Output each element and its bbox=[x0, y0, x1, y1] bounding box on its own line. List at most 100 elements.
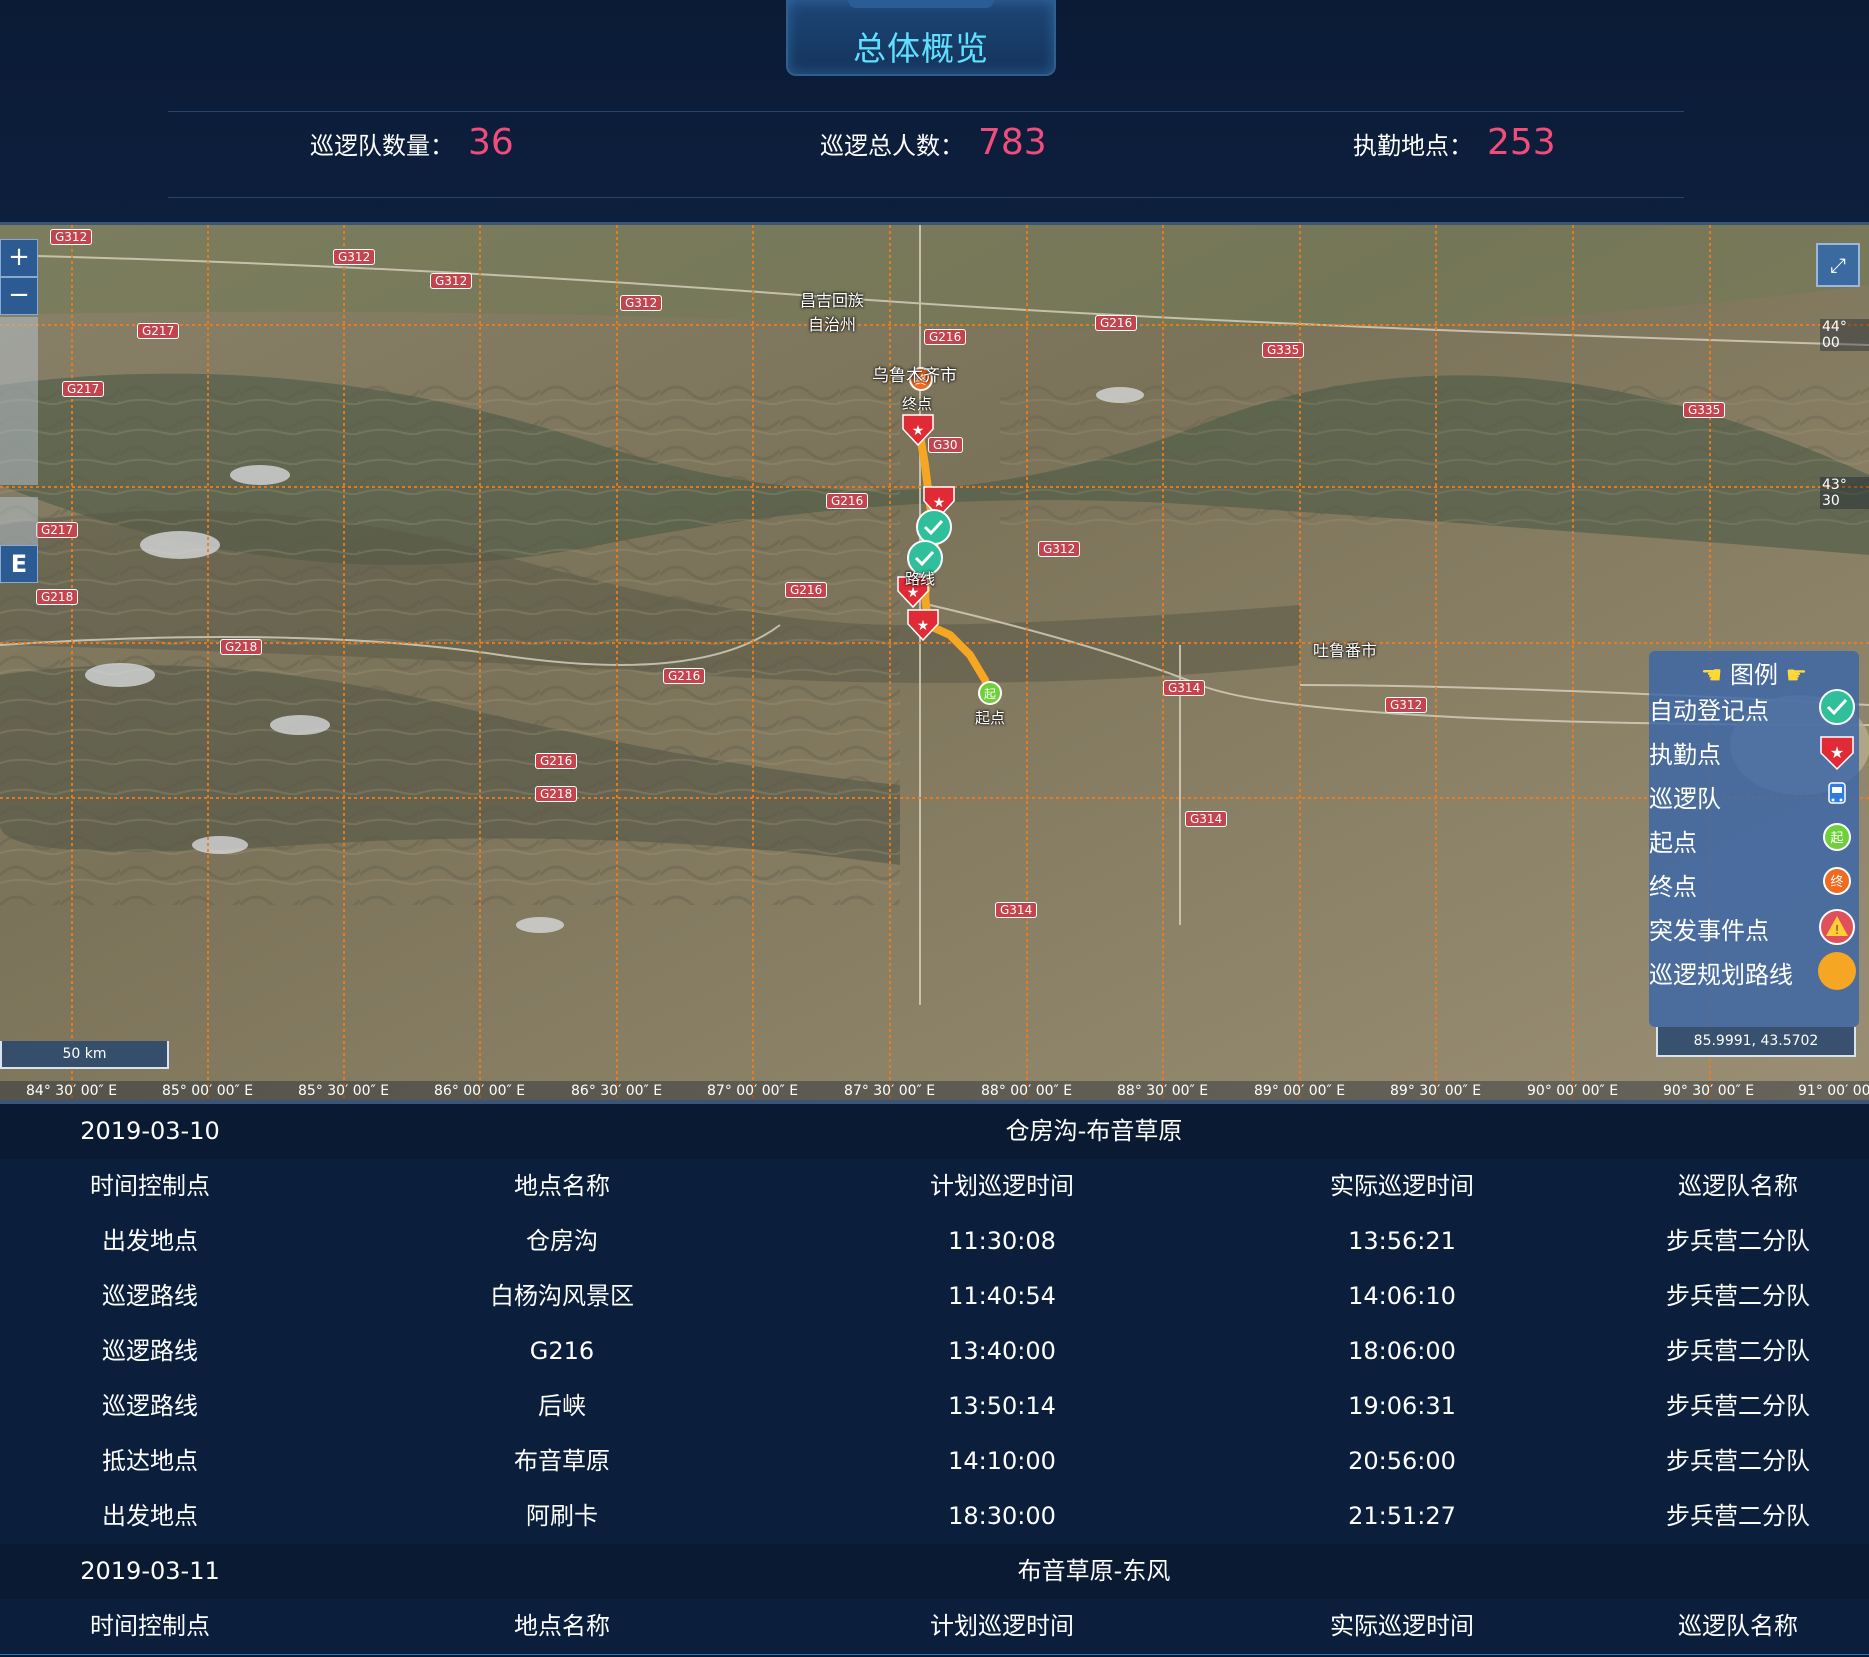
divider-top bbox=[168, 111, 1684, 112]
column-header: 巡逻队名称 bbox=[1678, 1612, 1798, 1640]
road-label: G217 bbox=[137, 323, 180, 339]
table-cell: 出发地点 bbox=[102, 1502, 198, 1530]
title-tab[interactable]: 总体概览 bbox=[786, 0, 1056, 76]
table-cell: 仓房沟 bbox=[526, 1227, 598, 1255]
svg-text:★: ★ bbox=[933, 495, 946, 511]
table-cell: 11:40:54 bbox=[948, 1282, 1056, 1310]
zoom-out-button[interactable]: − bbox=[0, 277, 38, 315]
road-label: G314 bbox=[1163, 680, 1206, 696]
road-label: G312 bbox=[620, 295, 663, 311]
duty-point-icon: ★ bbox=[1820, 736, 1854, 771]
table-cell: 14:06:10 bbox=[1348, 1282, 1456, 1310]
table-cell: 19:06:31 bbox=[1348, 1392, 1456, 1420]
legend-item: 自动登记点 bbox=[1649, 685, 1859, 729]
road-label: G216 bbox=[663, 668, 706, 684]
svg-text:起: 起 bbox=[1830, 831, 1843, 846]
zoom-in-button[interactable]: + bbox=[0, 239, 38, 277]
road-label: G312 bbox=[333, 249, 376, 265]
table-row[interactable]: 巡逻路线 白杨沟风景区 11:40:54 14:06:10 步兵营二分队 bbox=[0, 1269, 1869, 1325]
table-row[interactable]: 巡逻路线 G216 13:40:00 18:06:00 步兵营二分队 bbox=[0, 1324, 1869, 1380]
map-side-panel[interactable] bbox=[0, 317, 38, 485]
table-cell: 步兵营二分队 bbox=[1666, 1282, 1810, 1310]
duty-point-icon[interactable]: ★ bbox=[907, 609, 939, 642]
latitude-label: 44° 00 bbox=[1820, 319, 1869, 351]
longitude-label: 89° 30′ 00″ E bbox=[1390, 1083, 1482, 1099]
column-header: 地点名称 bbox=[514, 1172, 610, 1200]
table-row[interactable]: 巡逻路线 后峡 13:50:14 19:06:31 步兵营二分队 bbox=[0, 1379, 1869, 1435]
legend-label: 终点 bbox=[1649, 873, 1697, 901]
title-tab-glow bbox=[848, 0, 994, 8]
legend-label: 起点 bbox=[1649, 829, 1697, 857]
start-point-icon[interactable]: 起 bbox=[978, 681, 1002, 705]
place-label-changji: 昌吉回族 自治州 bbox=[800, 291, 865, 334]
checkpoint-icon[interactable] bbox=[916, 509, 952, 545]
latitude-label: 43° 30 bbox=[1820, 477, 1869, 509]
svg-text:终: 终 bbox=[1830, 874, 1843, 890]
svg-text:起: 起 bbox=[984, 687, 996, 701]
road-label: G30 bbox=[928, 437, 963, 453]
date-cell: 2019-03-11 bbox=[80, 1557, 220, 1585]
longitude-label: 85° 30′ 00″ E bbox=[298, 1083, 390, 1099]
road-label: G312 bbox=[50, 229, 93, 245]
road-label: G218 bbox=[220, 639, 263, 655]
map-legend: ☚ 图例 ☛ 自动登记点 执勤点 ★ 巡逻队 起点 起 终点 终 突发事件点 ! bbox=[1649, 651, 1859, 1027]
road-label: G312 bbox=[430, 273, 473, 289]
longitude-label: 85° 00′ 00″ E bbox=[162, 1083, 254, 1099]
svg-text:★: ★ bbox=[912, 423, 925, 439]
legend-item: 执勤点 ★ bbox=[1649, 729, 1859, 773]
start-point-icon: 起 bbox=[1823, 823, 1851, 851]
road-label: G216 bbox=[924, 329, 967, 345]
table-cell: 步兵营二分队 bbox=[1666, 1227, 1810, 1255]
overview-header: 总体概览 巡逻队数量： 36 巡逻总人数： 783 执勤地点： 253 bbox=[0, 0, 1869, 222]
route-line-icon bbox=[1818, 952, 1856, 990]
longitude-label: 87° 00′ 00″ E bbox=[707, 1083, 799, 1099]
table-cell: 白杨沟风景区 bbox=[490, 1282, 634, 1310]
legend-item: 突发事件点 ! bbox=[1649, 905, 1859, 949]
longitude-label: 91° 00′ 00″ bbox=[1798, 1083, 1869, 1099]
divider-bottom bbox=[168, 197, 1684, 198]
table-cell: 11:30:08 bbox=[948, 1227, 1056, 1255]
table-cell: 阿刷卡 bbox=[526, 1502, 598, 1530]
longitude-label: 89° 00′ 00″ E bbox=[1254, 1083, 1346, 1099]
road-label: G218 bbox=[535, 786, 578, 802]
stat-value: 253 bbox=[1487, 122, 1556, 163]
longitude-label: 86° 00′ 00″ E bbox=[434, 1083, 526, 1099]
table-row[interactable]: 抵达地点 布音草原 14:10:00 20:56:00 步兵营二分队 bbox=[0, 1434, 1869, 1490]
legend-item: 起点 起 bbox=[1649, 817, 1859, 861]
road-label: G314 bbox=[995, 902, 1038, 918]
date-row: 2019-03-10 仓房沟-布音草原 bbox=[0, 1104, 1869, 1160]
longitude-label: 88° 00′ 00″ E bbox=[981, 1083, 1073, 1099]
e-button[interactable]: E bbox=[0, 545, 38, 583]
route-cell: 布音草原-东风 bbox=[1017, 1557, 1171, 1585]
table-cell: 14:10:00 bbox=[948, 1447, 1056, 1475]
longitude-label: 84° 30′ 00″ E bbox=[26, 1083, 118, 1099]
legend-label: 巡逻队 bbox=[1649, 785, 1721, 813]
table-row[interactable]: 出发地点 阿刷卡 18:30:00 21:51:27 步兵营二分队 bbox=[0, 1489, 1869, 1545]
table-cell: 巡逻路线 bbox=[102, 1282, 198, 1310]
road-label: G314 bbox=[1185, 811, 1228, 827]
legend-label: 自动登记点 bbox=[1649, 697, 1769, 725]
svg-text:★: ★ bbox=[917, 618, 930, 634]
table-cell: 步兵营二分队 bbox=[1666, 1392, 1810, 1420]
table-cell: 巡逻路线 bbox=[102, 1337, 198, 1365]
table-row[interactable]: 出发地点 仓房沟 11:30:08 13:56:21 步兵营二分队 bbox=[0, 1214, 1869, 1270]
longitude-label: 90° 30′ 00″ E bbox=[1663, 1083, 1755, 1099]
longitude-label: 88° 30′ 00″ E bbox=[1117, 1083, 1209, 1099]
table-header-row: 时间控制点 地点名称 计划巡逻时间 实际巡逻时间 巡逻队名称 bbox=[0, 1599, 1869, 1655]
column-header: 巡逻队名称 bbox=[1678, 1172, 1798, 1200]
stat-label: 执勤地点： bbox=[1353, 132, 1473, 160]
route-cell: 仓房沟-布音草原 bbox=[1005, 1117, 1183, 1145]
checkpoint-icon bbox=[1819, 689, 1855, 725]
fullscreen-icon[interactable]: ⤢ bbox=[1816, 243, 1860, 287]
road-label: G216 bbox=[535, 753, 578, 769]
legend-item: 巡逻规划路线 bbox=[1649, 949, 1859, 993]
column-header: 实际巡逻时间 bbox=[1330, 1612, 1474, 1640]
stat-value: 36 bbox=[468, 122, 514, 163]
table-cell: 后峡 bbox=[538, 1392, 586, 1420]
table-cell: 步兵营二分队 bbox=[1666, 1447, 1810, 1475]
column-header: 时间控制点 bbox=[90, 1172, 210, 1200]
road-label: G217 bbox=[36, 522, 79, 538]
column-header: 实际巡逻时间 bbox=[1330, 1172, 1474, 1200]
svg-text:★: ★ bbox=[1830, 743, 1844, 762]
satellite-map[interactable]: 终 ★ ★ ★ ★ 起 昌吉回族 自治州 乌鲁木齐市 终点 路线 起点 吐鲁番市… bbox=[0, 222, 1869, 1103]
